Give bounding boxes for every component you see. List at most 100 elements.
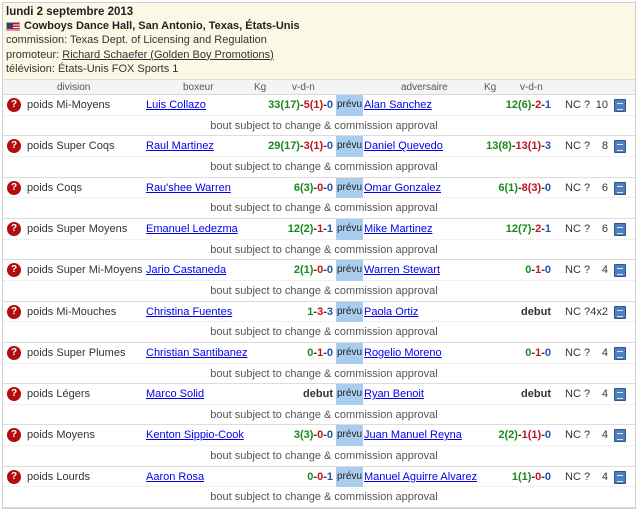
- question-icon[interactable]: ?: [7, 469, 21, 484]
- record-draws: 0: [544, 429, 551, 442]
- opponent-link[interactable]: Mike Martinez: [364, 219, 432, 240]
- bout-main: ? poids Moyens Kenton Sippio-Cook 3(3)-0-0 p…: [3, 425, 635, 447]
- boxer-link[interactable]: Christina Fuentes: [146, 302, 232, 323]
- document-icon[interactable]: [614, 388, 626, 402]
- document-icon[interactable]: [614, 140, 626, 154]
- nc-label: NC ?: [565, 470, 591, 483]
- boxer-link[interactable]: Luis Collazo: [146, 95, 206, 116]
- status-prevu: prévu: [336, 466, 363, 488]
- nc-label: NC ?: [565, 222, 591, 235]
- document-icon[interactable]: [614, 264, 626, 278]
- record-draws: 0: [326, 429, 333, 442]
- question-icon[interactable]: ?: [7, 304, 21, 319]
- boxer-record: 6(3)-0-0: [294, 178, 333, 199]
- boxer-record: debut: [303, 384, 333, 405]
- col-opponent: adversaire: [401, 81, 448, 93]
- opponent-link[interactable]: Omar Gonzalez: [364, 178, 441, 199]
- question-icon[interactable]: ?: [7, 180, 21, 195]
- question-icon[interactable]: ?: [7, 263, 21, 278]
- rounds: 6: [601, 222, 608, 235]
- boxer-record: 3(3)-0-0: [294, 425, 333, 446]
- question-icon[interactable]: ?: [7, 428, 21, 443]
- col-vdn1: v-d-n: [292, 81, 315, 93]
- question-icon[interactable]: ?: [7, 139, 21, 154]
- television: télévision: États-Unis FOX Sports 1: [6, 62, 179, 75]
- question-icon[interactable]: ?: [7, 387, 21, 402]
- bout-main: ? poids Légers Marco Solid debut prévu Ryan B…: [3, 384, 635, 405]
- opponent-link[interactable]: Alan Sanchez: [364, 95, 432, 116]
- boxer-link[interactable]: Rau'shee Warren: [146, 178, 231, 199]
- boxer-link[interactable]: Raul Martinez: [146, 136, 214, 157]
- bout-main: ? poids Super Moyens Emanuel Ledezma 12(2)-…: [3, 218, 635, 240]
- document-icon[interactable]: [614, 222, 626, 236]
- question-icon[interactable]: ?: [7, 98, 21, 113]
- boxer-link[interactable]: Kenton Sippio-Cook: [146, 425, 244, 446]
- boxer-link[interactable]: Christian Santibanez: [146, 343, 248, 364]
- opponent-record: debut: [521, 302, 551, 323]
- bout-row: ? poids Légers Marco Solid debut prévu Ryan B…: [3, 384, 635, 426]
- bout-main: ? poids Super Coqs Raul Martinez 29(17)-3(1…: [3, 136, 635, 158]
- record-draws: 1: [326, 470, 333, 483]
- rounds: 4: [601, 346, 608, 359]
- record-draws: 0: [326, 181, 333, 194]
- boxer-record: 1-3-3: [307, 302, 333, 323]
- opponent-link[interactable]: Paola Ortiz: [364, 302, 418, 323]
- col-boxer: boxeur: [183, 81, 214, 93]
- boxer-link[interactable]: Marco Solid: [146, 384, 204, 405]
- bout-note: bout subject to change & commission appr…: [210, 119, 438, 132]
- bout-row: ? poids Lourds Aaron Rosa 0-0-1 prévu Manuel …: [3, 466, 635, 508]
- question-icon[interactable]: ?: [7, 345, 21, 360]
- boxer-record: 12(2)-1-1: [288, 219, 333, 240]
- nc-label: NC ?: [565, 429, 591, 442]
- nc-label: NC ?: [565, 181, 591, 194]
- division: poids Super Mi-Moyens: [27, 264, 143, 277]
- boxer-link[interactable]: Jario Castaneda: [146, 260, 226, 281]
- record-draws: 0: [326, 346, 333, 359]
- opponent-record: 0-1-0: [525, 260, 551, 281]
- record-draws: 0: [544, 346, 551, 359]
- rounds: 4: [601, 429, 608, 442]
- record-wins: 2(2): [498, 429, 518, 442]
- promoter-link[interactable]: Richard Schaefer (Golden Boy Promotions): [62, 49, 274, 61]
- division: poids Mi-Mouches: [27, 305, 117, 318]
- division: poids Coqs: [27, 181, 83, 194]
- bout-note: bout subject to change & commission appr…: [210, 161, 438, 174]
- document-icon[interactable]: [614, 346, 626, 360]
- bout-note: bout subject to change & commission appr…: [210, 202, 438, 215]
- bout-note: bout subject to change & commission appr…: [210, 285, 438, 297]
- record-losses: 1(1): [521, 429, 542, 442]
- opponent-link[interactable]: Manuel Aguirre Alvarez: [364, 467, 477, 488]
- venue-text: Cowboys Dance Hall, San Antonio, Texas, …: [24, 20, 300, 33]
- bout-main: ? poids Coqs Rau'shee Warren 6(3)-0-0 prévu O…: [3, 177, 635, 199]
- document-icon[interactable]: [614, 429, 626, 443]
- document-icon[interactable]: [614, 305, 626, 319]
- opponent-link[interactable]: Daniel Quevedo: [364, 136, 443, 157]
- question-icon[interactable]: ?: [7, 221, 21, 236]
- event-header: lundi 2 septembre 2013 Cowboys Dance Hal…: [3, 3, 635, 81]
- record-wins: 29(17): [268, 140, 300, 153]
- opponent-link[interactable]: Warren Stewart: [364, 260, 440, 281]
- record-draws: 0: [544, 264, 551, 277]
- document-icon[interactable]: [614, 470, 626, 484]
- bout-note: bout subject to change & commission appr…: [210, 491, 438, 504]
- document-icon[interactable]: [614, 181, 626, 195]
- record-wins: 12(7): [505, 222, 532, 235]
- opponent-link[interactable]: Juan Manuel Reyna: [364, 425, 462, 446]
- col-kg2: Kg: [484, 81, 497, 93]
- record-draws: 0: [544, 470, 551, 483]
- boxer-link[interactable]: Emanuel Ledezma: [146, 219, 238, 240]
- boxer-link[interactable]: Aaron Rosa: [146, 467, 204, 488]
- col-kg1: Kg: [254, 81, 267, 93]
- opponent-link[interactable]: Ryan Benoit: [364, 384, 424, 405]
- bout-main: ? poids Mi-Mouches Christina Fuentes 1-3-3 p…: [3, 301, 635, 323]
- bout-main: ? poids Lourds Aaron Rosa 0-0-1 prévu Manuel …: [3, 466, 635, 488]
- document-icon[interactable]: [614, 99, 626, 113]
- boxer-record: 33(17)-5(1)-0: [268, 95, 333, 116]
- rounds: 4x2: [590, 305, 608, 318]
- bout-note: bout subject to change & commission appr…: [210, 367, 438, 380]
- bout-note: bout subject to change & commission appr…: [210, 243, 438, 256]
- record-draws: 0: [326, 99, 333, 112]
- record-wins: 12(2): [287, 222, 314, 235]
- division: poids Mi-Moyens: [27, 99, 111, 112]
- opponent-link[interactable]: Rogelio Moreno: [364, 343, 442, 364]
